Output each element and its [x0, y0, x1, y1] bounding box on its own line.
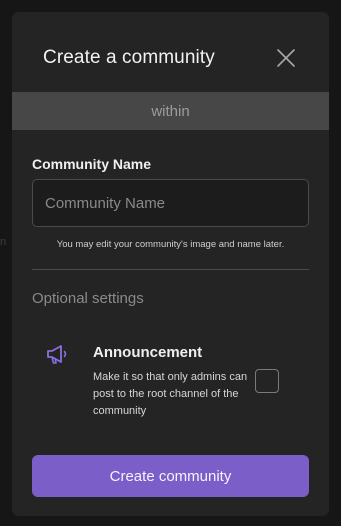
- create-community-button[interactable]: Create community: [32, 455, 309, 497]
- community-name-input[interactable]: [32, 179, 309, 227]
- backdrop-text-fragment: n: [0, 236, 7, 248]
- announcement-title: Announcement: [93, 344, 203, 361]
- within-label: within: [151, 102, 190, 120]
- megaphone-icon: [47, 345, 67, 364]
- within-band: within: [12, 92, 329, 130]
- announcement-checkbox[interactable]: [255, 369, 279, 393]
- close-button[interactable]: [274, 46, 298, 70]
- create-community-modal: Create a community within Community Name…: [12, 12, 329, 516]
- community-name-label: Community Name: [32, 156, 152, 172]
- section-divider: [32, 269, 309, 270]
- optional-settings-heading: Optional settings: [32, 290, 144, 307]
- close-icon: [277, 49, 295, 67]
- announcement-description: Make it so that only admins can post to …: [93, 371, 248, 417]
- modal-title: Create a community: [43, 47, 215, 68]
- edit-later-hint: You may edit your community's image and …: [56, 239, 285, 250]
